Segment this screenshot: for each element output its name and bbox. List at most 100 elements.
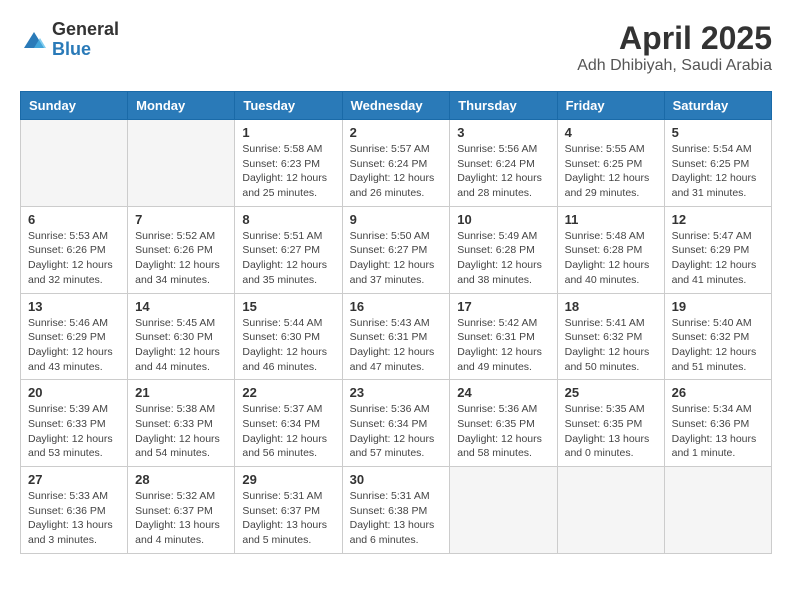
weekday-header-wednesday: Wednesday [342, 92, 450, 120]
calendar-cell: 6 Sunrise: 5:53 AMSunset: 6:26 PMDaylight… [21, 206, 128, 293]
day-number: 12 [672, 212, 764, 227]
day-number: 30 [350, 472, 443, 487]
day-detail: Sunrise: 5:31 AMSunset: 6:37 PMDaylight:… [242, 489, 334, 548]
page-header: General Blue April 2025 Adh Dhibiyah, Sa… [20, 20, 772, 75]
calendar-cell [128, 120, 235, 207]
day-number: 5 [672, 125, 764, 140]
calendar-cell: 16 Sunrise: 5:43 AMSunset: 6:31 PMDayligh… [342, 293, 450, 380]
weekday-header-row: SundayMondayTuesdayWednesdayThursdayFrid… [21, 92, 772, 120]
day-number: 24 [457, 385, 549, 400]
day-detail: Sunrise: 5:56 AMSunset: 6:24 PMDaylight:… [457, 142, 549, 201]
day-number: 4 [565, 125, 657, 140]
calendar-cell: 7Sunrise: 5:52 AMSunset: 6:26 PMDaylight… [128, 206, 235, 293]
calendar-cell [450, 467, 557, 554]
day-detail: Sunrise: 5:40 AMSunset: 6:32 PMDaylight:… [672, 316, 764, 375]
day-detail: Sunrise: 5:57 AMSunset: 6:24 PMDaylight:… [350, 142, 443, 201]
calendar-week-row: 13 Sunrise: 5:46 AMSunset: 6:29 PMDayligh… [21, 293, 772, 380]
weekday-header-friday: Friday [557, 92, 664, 120]
calendar-cell: 8Sunrise: 5:51 AMSunset: 6:27 PMDaylight… [235, 206, 342, 293]
calendar-cell: 14 Sunrise: 5:45 AMSunset: 6:30 PMDayligh… [128, 293, 235, 380]
calendar-table: SundayMondayTuesdayWednesdayThursdayFrid… [20, 91, 772, 554]
day-detail: Sunrise: 5:48 AMSunset: 6:28 PMDaylight:… [565, 229, 657, 288]
calendar-cell: 10 Sunrise: 5:49 AMSunset: 6:28 PMDayligh… [450, 206, 557, 293]
logo-icon [20, 26, 48, 54]
day-number: 21 [135, 385, 227, 400]
day-detail: Sunrise: 5:32 AMSunset: 6:37 PMDaylight:… [135, 489, 227, 548]
calendar-cell: 24Sunrise: 5:36 AMSunset: 6:35 PMDayligh… [450, 380, 557, 467]
weekday-header-monday: Monday [128, 92, 235, 120]
calendar-cell: 20Sunrise: 5:39 AMSunset: 6:33 PMDayligh… [21, 380, 128, 467]
day-number: 20 [28, 385, 120, 400]
logo-blue-text: Blue [52, 40, 119, 60]
day-number: 13 [28, 299, 120, 314]
day-detail: Sunrise: 5:38 AMSunset: 6:33 PMDaylight:… [135, 402, 227, 461]
calendar-week-row: 27Sunrise: 5:33 AMSunset: 6:36 PMDayligh… [21, 467, 772, 554]
calendar-week-row: 1 Sunrise: 5:58 AMSunset: 6:23 PMDaylight… [21, 120, 772, 207]
calendar-cell: 18 Sunrise: 5:41 AMSunset: 6:32 PMDayligh… [557, 293, 664, 380]
day-number: 8 [242, 212, 334, 227]
day-number: 26 [672, 385, 764, 400]
calendar-cell: 29 Sunrise: 5:31 AMSunset: 6:37 PMDayligh… [235, 467, 342, 554]
calendar-cell: 25Sunrise: 5:35 AMSunset: 6:35 PMDayligh… [557, 380, 664, 467]
day-detail: Sunrise: 5:58 AMSunset: 6:23 PMDaylight:… [242, 142, 334, 201]
day-detail: Sunrise: 5:35 AMSunset: 6:35 PMDaylight:… [565, 402, 657, 461]
day-number: 29 [242, 472, 334, 487]
day-number: 10 [457, 212, 549, 227]
day-number: 15 [242, 299, 334, 314]
day-detail: Sunrise: 5:49 AMSunset: 6:28 PMDaylight:… [457, 229, 549, 288]
calendar-cell: 30 Sunrise: 5:31 AMSunset: 6:38 PMDayligh… [342, 467, 450, 554]
day-number: 28 [135, 472, 227, 487]
calendar-cell: 15 Sunrise: 5:44 AMSunset: 6:30 PMDayligh… [235, 293, 342, 380]
weekday-header-tuesday: Tuesday [235, 92, 342, 120]
calendar-cell: 17 Sunrise: 5:42 AMSunset: 6:31 PMDayligh… [450, 293, 557, 380]
calendar-week-row: 6 Sunrise: 5:53 AMSunset: 6:26 PMDaylight… [21, 206, 772, 293]
day-detail: Sunrise: 5:41 AMSunset: 6:32 PMDaylight:… [565, 316, 657, 375]
day-detail: Sunrise: 5:37 AMSunset: 6:34 PMDaylight:… [242, 402, 334, 461]
calendar-cell: 21 Sunrise: 5:38 AMSunset: 6:33 PMDayligh… [128, 380, 235, 467]
day-detail: Sunrise: 5:43 AMSunset: 6:31 PMDaylight:… [350, 316, 443, 375]
calendar-cell: 11 Sunrise: 5:48 AMSunset: 6:28 PMDayligh… [557, 206, 664, 293]
calendar-cell: 9Sunrise: 5:50 AMSunset: 6:27 PMDaylight… [342, 206, 450, 293]
title-area: April 2025 Adh Dhibiyah, Saudi Arabia [577, 20, 772, 75]
calendar-cell: 27Sunrise: 5:33 AMSunset: 6:36 PMDayligh… [21, 467, 128, 554]
calendar-cell: 2Sunrise: 5:57 AMSunset: 6:24 PMDaylight… [342, 120, 450, 207]
logo-general-text: General [52, 20, 119, 40]
day-number: 16 [350, 299, 443, 314]
calendar-cell: 23 Sunrise: 5:36 AMSunset: 6:34 PMDayligh… [342, 380, 450, 467]
day-number: 1 [242, 125, 334, 140]
day-number: 22 [242, 385, 334, 400]
month-title: April 2025 [577, 20, 772, 57]
calendar-cell: 13 Sunrise: 5:46 AMSunset: 6:29 PMDayligh… [21, 293, 128, 380]
calendar-cell: 28 Sunrise: 5:32 AMSunset: 6:37 PMDayligh… [128, 467, 235, 554]
day-detail: Sunrise: 5:54 AMSunset: 6:25 PMDaylight:… [672, 142, 764, 201]
day-detail: Sunrise: 5:42 AMSunset: 6:31 PMDaylight:… [457, 316, 549, 375]
calendar-cell: 4Sunrise: 5:55 AMSunset: 6:25 PMDaylight… [557, 120, 664, 207]
day-detail: Sunrise: 5:46 AMSunset: 6:29 PMDaylight:… [28, 316, 120, 375]
day-detail: Sunrise: 5:50 AMSunset: 6:27 PMDaylight:… [350, 229, 443, 288]
calendar-cell [21, 120, 128, 207]
calendar-cell [664, 467, 771, 554]
calendar-week-row: 20Sunrise: 5:39 AMSunset: 6:33 PMDayligh… [21, 380, 772, 467]
weekday-header-saturday: Saturday [664, 92, 771, 120]
day-detail: Sunrise: 5:45 AMSunset: 6:30 PMDaylight:… [135, 316, 227, 375]
day-detail: Sunrise: 5:53 AMSunset: 6:26 PMDaylight:… [28, 229, 120, 288]
day-number: 23 [350, 385, 443, 400]
day-detail: Sunrise: 5:31 AMSunset: 6:38 PMDaylight:… [350, 489, 443, 548]
calendar-cell: 19Sunrise: 5:40 AMSunset: 6:32 PMDayligh… [664, 293, 771, 380]
location-title: Adh Dhibiyah, Saudi Arabia [577, 57, 772, 75]
day-number: 11 [565, 212, 657, 227]
day-number: 27 [28, 472, 120, 487]
day-number: 14 [135, 299, 227, 314]
day-number: 3 [457, 125, 549, 140]
day-detail: Sunrise: 5:47 AMSunset: 6:29 PMDaylight:… [672, 229, 764, 288]
weekday-header-sunday: Sunday [21, 92, 128, 120]
day-number: 18 [565, 299, 657, 314]
calendar-cell: 22 Sunrise: 5:37 AMSunset: 6:34 PMDayligh… [235, 380, 342, 467]
logo: General Blue [20, 20, 119, 60]
day-number: 6 [28, 212, 120, 227]
day-detail: Sunrise: 5:44 AMSunset: 6:30 PMDaylight:… [242, 316, 334, 375]
day-detail: Sunrise: 5:34 AMSunset: 6:36 PMDaylight:… [672, 402, 764, 461]
day-number: 17 [457, 299, 549, 314]
day-number: 7 [135, 212, 227, 227]
day-detail: Sunrise: 5:36 AMSunset: 6:34 PMDaylight:… [350, 402, 443, 461]
